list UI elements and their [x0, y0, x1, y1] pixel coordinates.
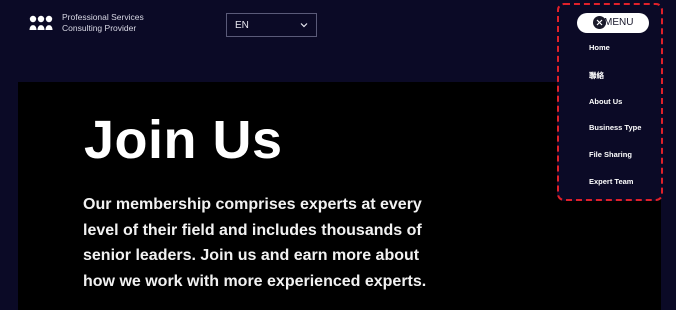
language-select[interactable]: EN — [226, 13, 317, 37]
page-title: Join Us — [84, 110, 283, 170]
menu-item-about-us[interactable]: About Us — [589, 97, 622, 106]
menu-button-label: MENU — [604, 17, 634, 28]
menu-item-home[interactable]: Home — [589, 43, 610, 52]
hero-description: Our membership comprises experts at ever… — [83, 196, 427, 290]
menu-item-contact[interactable]: 聯絡 — [589, 70, 604, 81]
chevron-down-icon — [300, 23, 308, 28]
menu-item-file-sharing[interactable]: File Sharing — [589, 150, 632, 159]
language-value: EN — [235, 20, 249, 31]
people-logo-icon[interactable] — [29, 15, 53, 30]
brand-line-1: Professional Services — [62, 12, 144, 22]
brand-name[interactable]: Professional Services Consulting Provide… — [62, 12, 144, 34]
menu-button[interactable]: MENU — [577, 13, 649, 33]
menu-item-business-type[interactable]: Business Type — [589, 123, 641, 132]
menu-item-expert-team[interactable]: Expert Team — [589, 177, 633, 186]
brand-line-2: Consulting Provider — [62, 23, 137, 33]
menu-panel: MENU Home 聯絡 About Us Business Type File… — [557, 3, 663, 201]
